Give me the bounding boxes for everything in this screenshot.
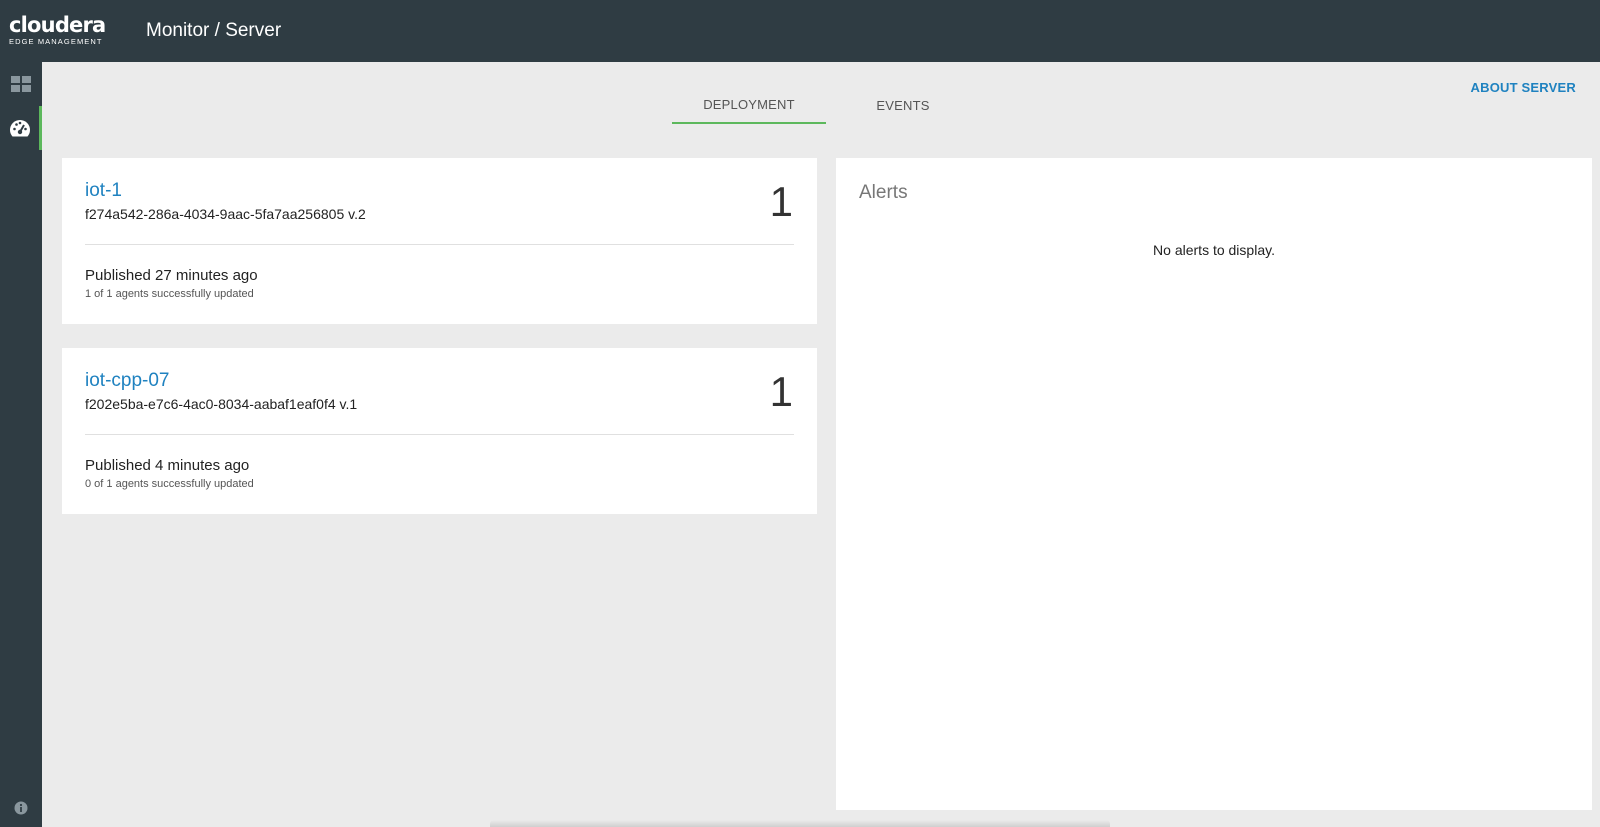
info-icon <box>14 801 28 815</box>
logo-wordmark: cloudera <box>9 13 106 37</box>
logo-subtitle: EDGE MANAGEMENT <box>9 37 103 46</box>
deployment-name-link[interactable]: iot-cpp-07 <box>85 370 170 392</box>
deployment-id: f274a542-286a-4034-9aac-5fa7aa256805 v.2 <box>85 206 366 222</box>
deployment-agent-count: 1 <box>769 178 793 225</box>
sidebar <box>0 62 42 827</box>
top-bar: cloudera EDGE MANAGEMENT Monitor / Serve… <box>0 0 1600 62</box>
alerts-empty-message: No alerts to display. <box>1153 242 1275 258</box>
deployment-card: iot-cpp-07 f202e5ba-e7c6-4ac0-8034-aabaf… <box>62 348 817 514</box>
gauge-icon <box>9 120 30 137</box>
alerts-panel: Alerts No alerts to display. <box>836 158 1592 810</box>
deployment-agents-status: 0 of 1 agents successfully updated <box>85 478 254 490</box>
card-divider <box>85 434 794 435</box>
deployment-id: f202e5ba-e7c6-4ac0-8034-aabaf1eaf0f4 v.1 <box>85 396 358 412</box>
tab-bar: DEPLOYMENT EVENTS <box>672 86 980 124</box>
cloudera-logo[interactable]: cloudera EDGE MANAGEMENT <box>9 13 106 46</box>
deployment-card: iot-1 f274a542-286a-4034-9aac-5fa7aa2568… <box>62 158 817 324</box>
dashboard-grid-icon <box>11 76 31 92</box>
main-content: DEPLOYMENT EVENTS ABOUT SERVER iot-1 f27… <box>42 62 1600 827</box>
bottom-scroll-shadow <box>490 820 1110 827</box>
tab-deployment[interactable]: DEPLOYMENT <box>672 86 826 124</box>
deployment-published: Published 27 minutes ago <box>85 267 258 284</box>
alerts-title: Alerts <box>859 182 908 203</box>
sidebar-item-monitor[interactable] <box>0 106 42 150</box>
deployment-agent-count: 1 <box>769 368 793 415</box>
deployment-agents-status: 1 of 1 agents successfully updated <box>85 288 254 300</box>
sidebar-item-dashboard[interactable] <box>0 62 42 106</box>
sidebar-info[interactable] <box>0 801 42 815</box>
deployment-name-link[interactable]: iot-1 <box>85 180 122 202</box>
card-divider <box>85 244 794 245</box>
about-server-link[interactable]: ABOUT SERVER <box>1471 80 1576 95</box>
deployment-published: Published 4 minutes ago <box>85 457 250 474</box>
page-title: Monitor / Server <box>146 20 282 41</box>
tab-events[interactable]: EVENTS <box>826 86 980 124</box>
